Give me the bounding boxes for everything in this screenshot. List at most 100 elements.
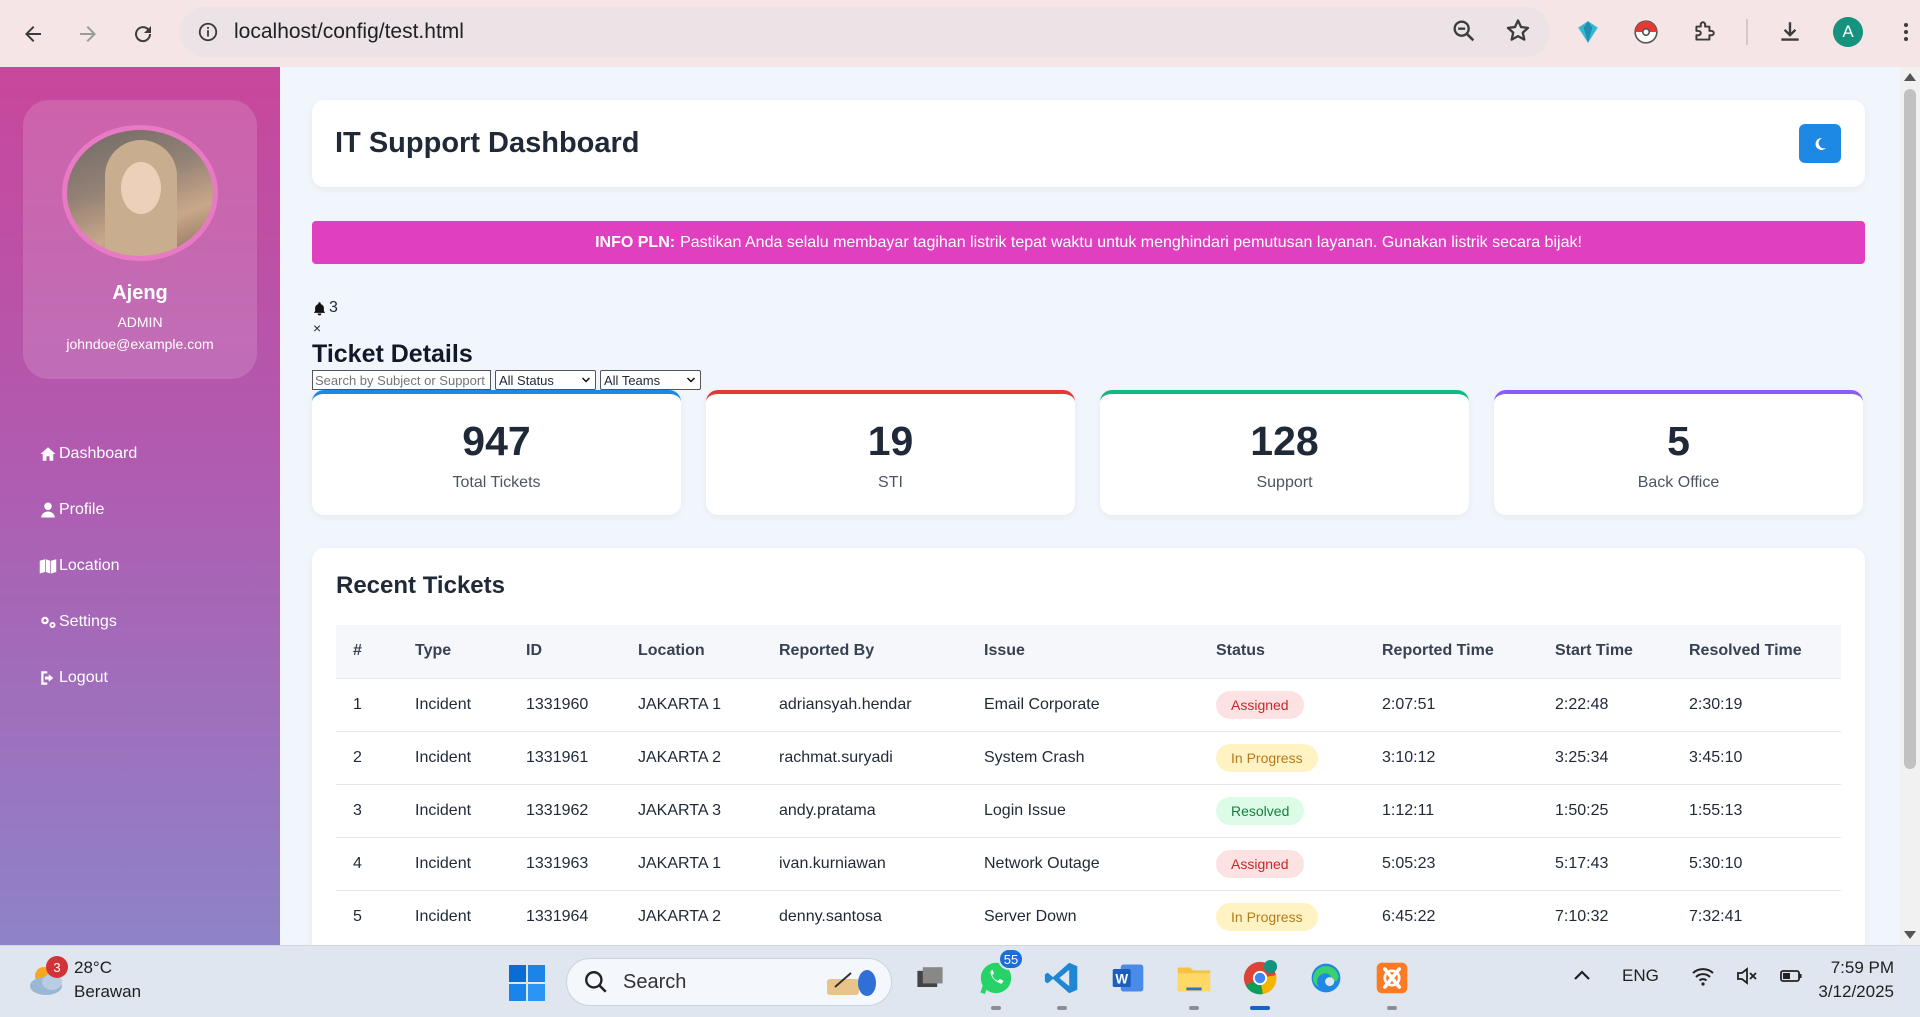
cell-no: 5 [336,889,398,943]
running-indicator [1057,1006,1067,1010]
system-clock[interactable]: 7:59 PM 3/12/2025 [1818,956,1894,1004]
announcement-label: INFO PLN: [595,233,676,251]
tickets-table: # Type ID Location Reported By Issue Sta… [336,625,1841,943]
scroll-down-arrow[interactable] [1904,931,1916,939]
browser-toolbar: localhost/config/test.html A [0,0,1920,67]
sidebar-item-dashboard[interactable]: Dashboard [39,426,137,482]
language-indicator[interactable]: ENG [1622,966,1659,986]
stat-value: 5 [1667,418,1690,464]
speaker-muted-icon[interactable] [1735,964,1759,988]
weather-cloud-icon: 3 [26,956,68,1002]
team-select[interactable]: All Teams [600,370,701,390]
extension-diamond-icon[interactable] [1572,12,1604,52]
sidebar-item-logout[interactable]: Logout [39,650,137,706]
battery-icon[interactable] [1779,964,1803,988]
status-cell: Resolved [1199,783,1365,837]
cell-no: 1 [336,677,398,731]
cell-reported: 5:05:23 [1365,836,1538,890]
edge-app[interactable] [1304,956,1348,1000]
stat-label: Total Tickets [452,474,541,491]
arrow-right-icon [80,25,96,42]
address-bar[interactable]: localhost/config/test.html [180,7,1550,57]
profile-button[interactable]: A [1832,12,1864,52]
whatsapp-app[interactable]: 55 [974,948,1024,1010]
cell-id: 1331962 [509,783,621,837]
table-row[interactable]: 4 Incident 1331963 JAKARTA 1 ivan.kurniawan N… [336,836,1841,890]
weather-alert-badge: 3 [46,956,68,978]
sidebar-menu: Dashboard Profile Location Settings Logo… [39,426,137,706]
sidebar-item-label: Profile [59,501,105,518]
xampp-app[interactable] [1370,956,1414,1010]
weather-widget[interactable]: 3 28°C Berawan [26,956,141,1004]
cell-start: 2:22:48 [1538,677,1672,731]
file-explorer-app[interactable] [1172,956,1216,1010]
column-header: # [353,642,362,660]
cell-no: 3 [336,783,398,837]
scrollbar-thumb[interactable] [1904,89,1916,769]
chrome-app[interactable] [1238,956,1282,1010]
announcement-banner: INFO PLN: Pastikan Anda selalu membayar … [312,221,1865,264]
cell-reported: 2:07:51 [1365,677,1538,731]
sidebar-item-location[interactable]: Location [39,538,137,594]
forward-button[interactable] [65,11,111,57]
status-select[interactable]: All Status [495,370,596,390]
table-row[interactable]: 1 Incident 1331960 JAKARTA 1 adriansyah.hend… [336,677,1841,731]
close-icon[interactable]: × [313,320,321,336]
star-icon[interactable] [1504,17,1532,45]
cell-type: Incident [398,889,509,943]
sidebar-item-settings[interactable]: Settings [39,594,137,650]
menu-kebab-icon[interactable] [1890,12,1920,52]
extension-pokeball-icon[interactable] [1630,12,1662,52]
task-view-app[interactable] [908,956,952,1000]
taskbar-search[interactable]: Search [566,958,892,1006]
toolbar-divider [1746,19,1748,45]
bell-icon [313,301,326,315]
site-info-icon[interactable] [196,20,220,44]
stats-row: 947 Total Tickets 19 STI 128 Support 5 B… [312,390,1863,515]
reload-button[interactable] [120,11,166,57]
notification-bell[interactable]: 3 [312,299,338,317]
stat-value: 19 [867,418,914,464]
chevron-up-icon[interactable] [1570,964,1594,988]
zoom-icon[interactable] [1450,17,1478,45]
recent-tickets-title: Recent Tickets [336,572,505,599]
column-header: Resolved Time [1689,642,1802,660]
task-view-icon [917,967,943,987]
whatsapp-unread-badge: 55 [998,948,1024,970]
cell-id: 1331964 [509,889,621,943]
cell-location: JAKARTA 1 [621,836,762,890]
search-input[interactable] [312,370,491,390]
status-cell: Assigned [1199,836,1365,890]
table-row[interactable]: 5 Incident 1331964 JAKARTA 2 denny.santosa Se… [336,889,1841,943]
folder-icon [1177,967,1211,992]
download-icon[interactable] [1774,12,1806,52]
url-text[interactable]: localhost/config/test.html [234,20,464,44]
recent-tickets-card: Recent Tickets # Type ID Location Report… [312,548,1865,945]
word-icon: W [1112,964,1144,992]
word-app[interactable]: W [1106,956,1150,1000]
vscode-app[interactable] [1040,956,1084,1010]
table-row[interactable]: 2 Incident 1331961 JAKARTA 2 rachmat.suryadi… [336,730,1841,784]
cell-resolved: 5:30:10 [1672,836,1841,890]
cell-issue: Network Outage [967,836,1199,890]
sidebar-item-label: Dashboard [59,445,138,462]
stat-value: 128 [1250,418,1319,464]
cell-issue: System Crash [967,730,1199,784]
sidebar-item-profile[interactable]: Profile [39,482,137,538]
cell-type: Incident [398,730,509,784]
theme-toggle-button[interactable] [1799,124,1841,163]
back-button[interactable] [10,11,56,57]
stat-card-sti: 19 STI [706,390,1075,515]
page-scrollbar[interactable] [1900,67,1920,945]
scroll-up-arrow[interactable] [1904,73,1916,81]
wifi-icon[interactable] [1691,964,1715,988]
map-icon [39,559,57,574]
cell-resolved: 3:45:10 [1672,730,1841,784]
start-button[interactable] [508,964,546,1002]
extensions-puzzle-icon[interactable] [1688,12,1720,52]
status-select-value: All Status [499,372,554,388]
table-row[interactable]: 3 Incident 1331962 JAKARTA 3 andy.pratama Log… [336,783,1841,837]
ticket-details-title: Ticket Details [312,340,473,368]
cell-no: 4 [336,836,398,890]
cell-start: 1:50:25 [1538,783,1672,837]
